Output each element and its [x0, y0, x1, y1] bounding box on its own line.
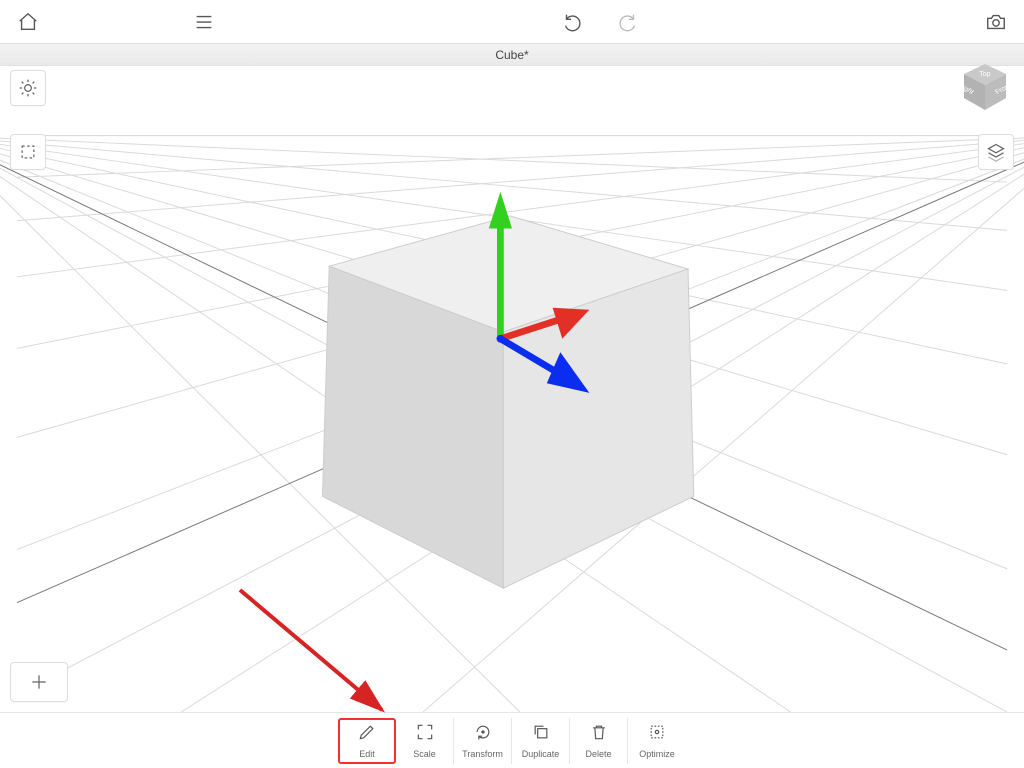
light-icon	[18, 78, 38, 98]
pencil-icon	[357, 722, 377, 747]
home-button[interactable]	[12, 6, 44, 38]
layers-icon	[986, 142, 1006, 162]
selection-box-icon	[18, 142, 38, 162]
bottom-toolbar: Edit Scale Transform Duplicate Delete Optimiz…	[0, 712, 1024, 768]
document-title: Cube*	[495, 48, 528, 62]
camera-button[interactable]	[980, 6, 1012, 38]
viewport-3d[interactable]	[0, 44, 1024, 712]
cube-object[interactable]	[322, 216, 693, 588]
menu-button[interactable]	[188, 6, 220, 38]
redo-button[interactable]	[612, 6, 644, 38]
view-cube[interactable]: Top Right Front	[952, 56, 1018, 116]
duplicate-icon	[531, 722, 551, 747]
top-toolbar	[0, 0, 1024, 44]
trash-icon	[589, 722, 609, 747]
edit-tool[interactable]: Edit	[338, 718, 396, 764]
scale-tool[interactable]: Scale	[396, 718, 454, 764]
optimize-label: Optimize	[639, 749, 675, 759]
rotate-icon	[473, 722, 493, 747]
plus-icon	[29, 672, 49, 692]
lighting-button[interactable]	[10, 70, 46, 106]
redo-icon	[617, 11, 639, 33]
delete-tool[interactable]: Delete	[570, 718, 628, 764]
expand-icon	[415, 722, 435, 747]
transform-label: Transform	[462, 749, 503, 759]
scene-canvas	[0, 66, 1024, 712]
scale-label: Scale	[413, 749, 436, 759]
delete-label: Delete	[585, 749, 611, 759]
add-button[interactable]	[10, 662, 68, 702]
optimize-tool[interactable]: Optimize	[628, 718, 686, 764]
undo-button[interactable]	[556, 6, 588, 38]
duplicate-label: Duplicate	[522, 749, 560, 759]
document-title-bar: Cube*	[0, 44, 1024, 66]
optimize-icon	[647, 722, 667, 747]
duplicate-tool[interactable]: Duplicate	[512, 718, 570, 764]
selection-box-button[interactable]	[10, 134, 46, 170]
layers-button[interactable]	[978, 134, 1014, 170]
transform-tool[interactable]: Transform	[454, 718, 512, 764]
undo-icon	[561, 11, 583, 33]
menu-icon	[193, 11, 215, 33]
edit-label: Edit	[359, 749, 375, 759]
home-icon	[17, 11, 39, 33]
camera-icon	[985, 11, 1007, 33]
viewcube-top-label: Top	[979, 71, 991, 78]
